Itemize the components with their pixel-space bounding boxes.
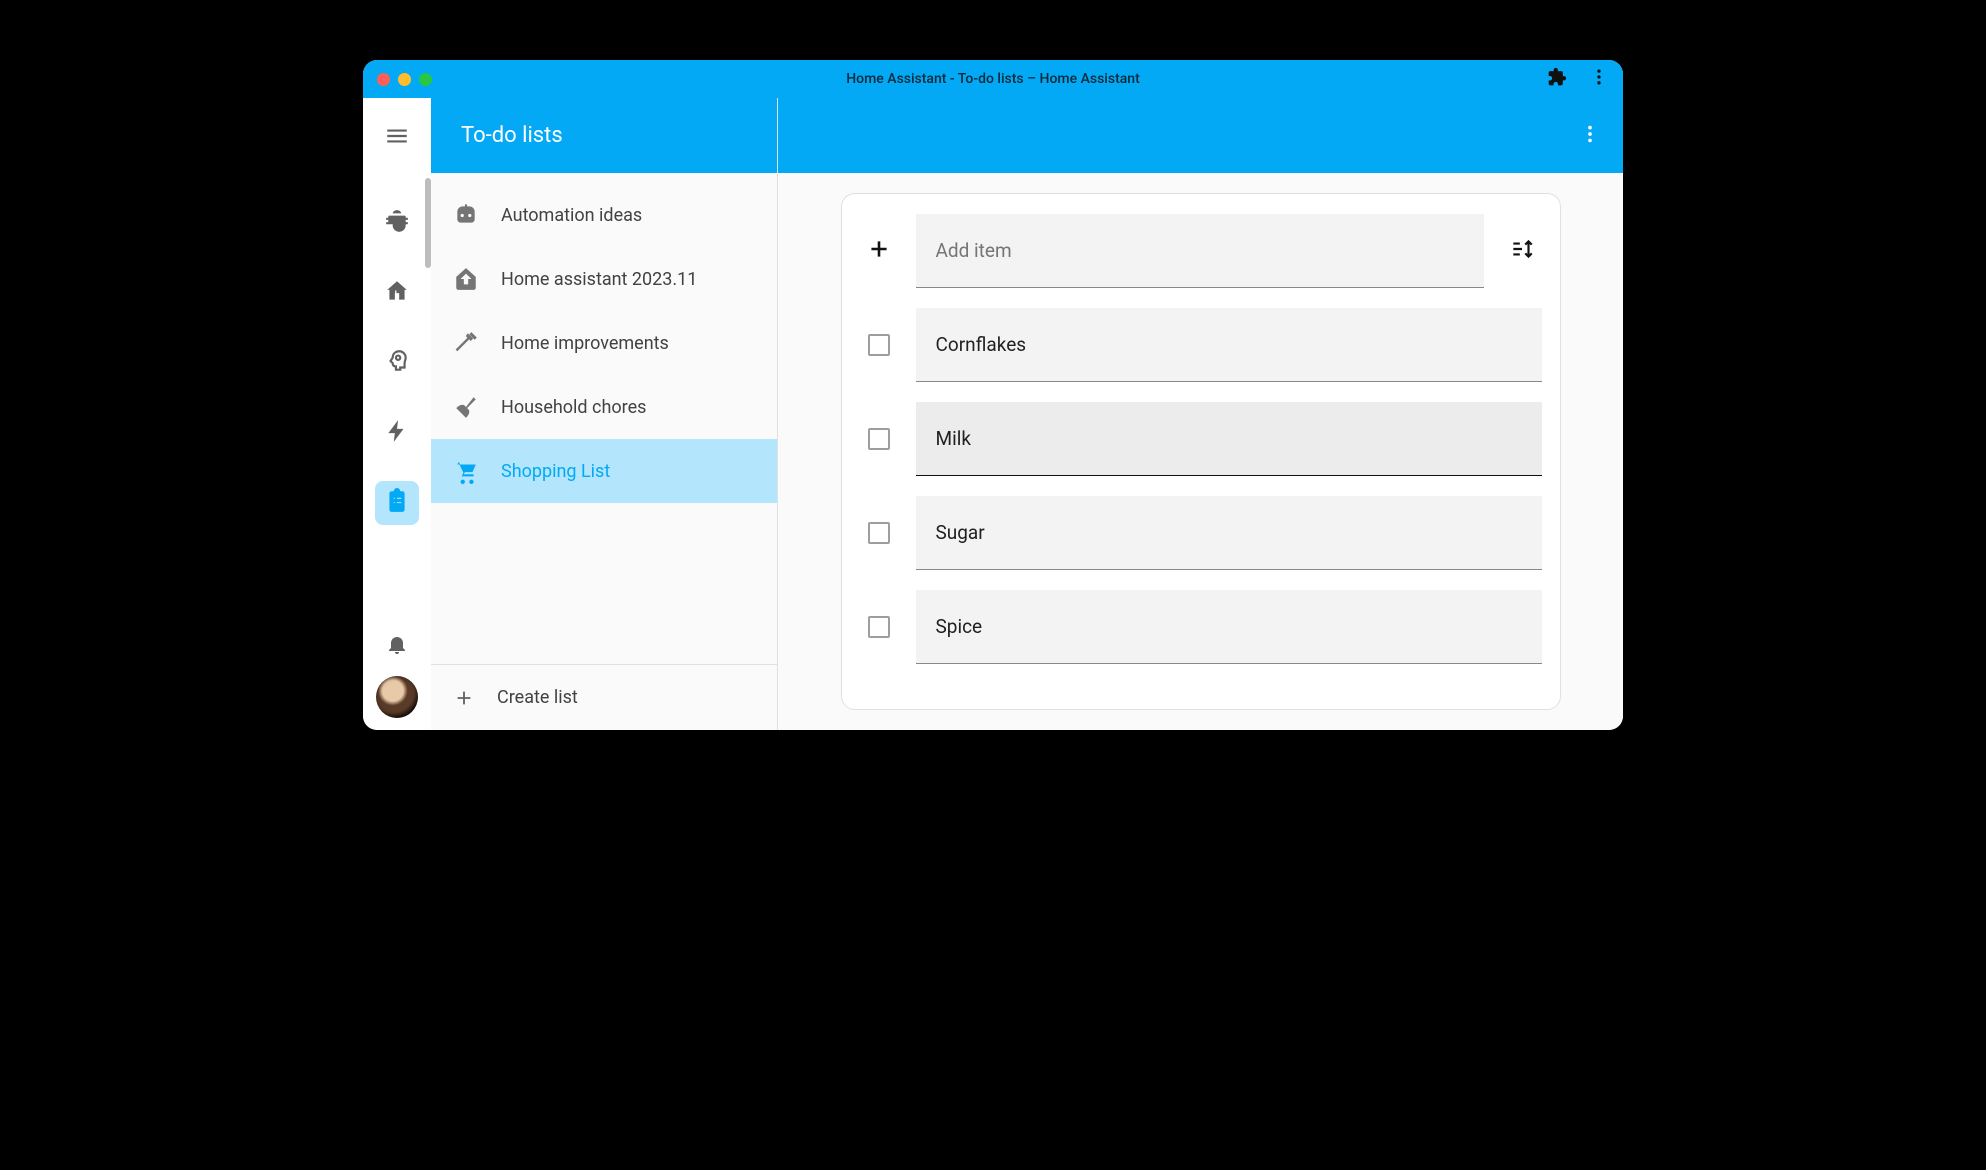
robot-icon	[453, 202, 479, 228]
list-row-home-improvements[interactable]: Home improvements	[431, 311, 777, 375]
todo-item-field[interactable]: Sugar	[916, 496, 1542, 570]
window-controls	[377, 73, 432, 86]
create-list-button[interactable]: Create list	[431, 664, 777, 730]
rail-item-energy[interactable]	[375, 411, 419, 455]
todo-item-label: Cornflakes	[936, 333, 1027, 356]
main-panel: Add item Cornflakes	[778, 98, 1623, 730]
rail-item-home[interactable]: L	[375, 271, 419, 315]
sidebar-title: To-do lists	[431, 98, 777, 173]
list-label: Household chores	[501, 397, 646, 418]
create-list-label: Create list	[497, 687, 578, 708]
cart-icon	[453, 458, 479, 484]
broom-icon	[453, 394, 479, 420]
minimize-window-button[interactable]	[398, 73, 411, 86]
checkbox[interactable]	[868, 522, 890, 544]
rail-item-bug[interactable]	[375, 201, 419, 245]
list-label: Shopping List	[501, 461, 610, 482]
scrollbar-thumb[interactable]	[425, 178, 431, 268]
svg-text:L: L	[395, 289, 400, 299]
todo-item-row[interactable]: Sugar	[860, 496, 1542, 570]
extensions-icon[interactable]	[1547, 67, 1567, 91]
app-window: Home Assistant - To-do lists – Home Assi…	[363, 60, 1623, 730]
clipboard-list-icon	[384, 488, 410, 518]
bug-icon	[384, 208, 410, 238]
todo-item-label: Milk	[936, 427, 971, 450]
todo-card: Add item Cornflakes	[841, 193, 1561, 710]
notifications-button[interactable]	[385, 632, 409, 660]
head-gear-icon	[384, 348, 410, 378]
main-header	[778, 98, 1623, 173]
add-item-input[interactable]: Add item	[916, 214, 1484, 288]
checkbox[interactable]	[868, 428, 890, 450]
window-title: Home Assistant - To-do lists – Home Assi…	[363, 71, 1623, 87]
todo-item-row[interactable]: Milk	[860, 402, 1542, 476]
todo-item-label: Spice	[936, 615, 983, 638]
add-item-placeholder: Add item	[936, 239, 1012, 262]
bolt-icon	[384, 418, 410, 448]
todo-item-field[interactable]: Milk	[916, 402, 1542, 476]
list-row-automation-ideas[interactable]: Automation ideas	[431, 183, 777, 247]
checkbox[interactable]	[868, 334, 890, 356]
rail-item-mind[interactable]	[375, 341, 419, 385]
rail-item-todo[interactable]	[375, 481, 419, 525]
sort-icon[interactable]	[1509, 236, 1535, 266]
todo-item-field[interactable]: Spice	[916, 590, 1542, 664]
todo-item-row[interactable]: Cornflakes	[860, 308, 1542, 382]
menu-toggle-button[interactable]	[363, 98, 431, 173]
browser-menu-icon[interactable]	[1589, 67, 1609, 91]
list-row-home-assistant-release[interactable]: Home assistant 2023.11	[431, 247, 777, 311]
checkbox[interactable]	[868, 616, 890, 638]
maximize-window-button[interactable]	[419, 73, 432, 86]
todo-item-label: Sugar	[936, 521, 985, 544]
list-row-shopping-list[interactable]: Shopping List	[431, 439, 777, 503]
add-item-row: Add item	[860, 214, 1542, 288]
plus-icon	[453, 687, 475, 709]
nav-rail: L	[363, 98, 431, 730]
titlebar: Home Assistant - To-do lists – Home Assi…	[363, 60, 1623, 98]
lists-container: Automation ideas Home assistant 2023.11 …	[431, 173, 777, 664]
home-icon: L	[384, 278, 410, 308]
hammer-icon	[453, 330, 479, 356]
list-label: Automation ideas	[501, 205, 642, 226]
todo-item-field[interactable]: Cornflakes	[916, 308, 1542, 382]
list-menu-button[interactable]	[1579, 123, 1601, 149]
close-window-button[interactable]	[377, 73, 390, 86]
list-label: Home improvements	[501, 333, 669, 354]
add-item-plus-icon[interactable]	[866, 236, 892, 266]
list-row-household-chores[interactable]: Household chores	[431, 375, 777, 439]
list-label: Home assistant 2023.11	[501, 269, 697, 290]
content-area: Add item Cornflakes	[778, 173, 1623, 730]
sidebar: To-do lists Automation ideas Home assist…	[431, 98, 778, 730]
ha-badge-icon	[453, 266, 479, 292]
todo-item-row[interactable]: Spice	[860, 590, 1542, 664]
user-avatar[interactable]	[376, 676, 418, 718]
